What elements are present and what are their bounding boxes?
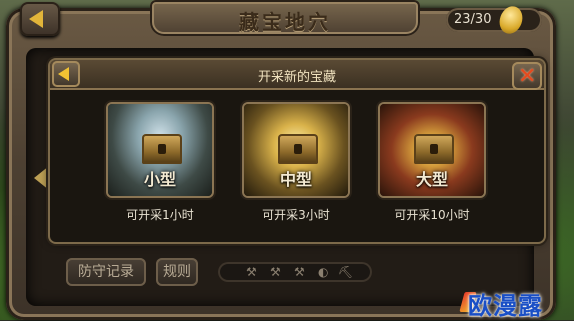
treasure-option-small[interactable]: 小型 bbox=[108, 104, 212, 196]
treasure-chest-icon bbox=[278, 134, 318, 164]
rules-label: 规则 bbox=[163, 264, 191, 280]
treasure-option-medium[interactable]: 中型 bbox=[244, 104, 348, 196]
defense-log-button[interactable]: 防守记录 bbox=[66, 258, 146, 286]
dialog-header: 开采新的宝藏 bbox=[50, 60, 544, 90]
option-size-label: 中型 bbox=[279, 170, 312, 189]
top-back-button[interactable] bbox=[20, 2, 60, 36]
back-arrow-icon bbox=[58, 67, 69, 81]
pickaxe-icon: ⛏ bbox=[338, 265, 354, 279]
option-size-label: 大型 bbox=[415, 170, 448, 189]
defense-log-label: 防守记录 bbox=[78, 264, 134, 280]
capacity-counter: 23/30 bbox=[446, 8, 542, 32]
treasure-chest-icon bbox=[414, 134, 454, 164]
dialog-title: 开采新的宝藏 bbox=[257, 70, 336, 85]
option-duration-caption: 可开采1小时 bbox=[126, 208, 194, 222]
capacity-counter-text: 23/30 bbox=[454, 12, 492, 27]
option-duration-caption: 可开采10小时 bbox=[394, 208, 470, 222]
dialog-close-button[interactable]: ✕ bbox=[512, 62, 542, 90]
treasure-chest-icon bbox=[142, 134, 182, 164]
shovel-icon: ⚒ bbox=[246, 265, 257, 279]
title-plate: 藏宝地穴 bbox=[150, 0, 420, 36]
close-x-icon: ✕ bbox=[518, 64, 537, 89]
shovel-icon: ⚒ bbox=[270, 265, 281, 279]
back-arrow-icon bbox=[29, 10, 43, 28]
shovel-icon: ⚒ bbox=[294, 265, 305, 279]
rules-button[interactable]: 规则 bbox=[156, 258, 198, 286]
watermark-text: 欧漫露 bbox=[468, 292, 543, 320]
page-title: 藏宝地穴 bbox=[239, 10, 331, 34]
tool-bar: ⚒ ⚒ ⚒ ◐ ⛏ bbox=[218, 262, 372, 282]
option-duration-caption: 可开采3小时 bbox=[262, 208, 330, 222]
treasure-option-large[interactable]: 大型 bbox=[380, 104, 484, 196]
helmet-icon: ◐ bbox=[318, 265, 329, 279]
dialog-back-button[interactable] bbox=[52, 61, 80, 87]
new-treasure-dialog: 开采新的宝藏 ✕ 小型 可开采1小时 中型 可开采3小时 大型 可开采10小时 bbox=[50, 60, 544, 242]
option-size-label: 小型 bbox=[143, 170, 176, 189]
